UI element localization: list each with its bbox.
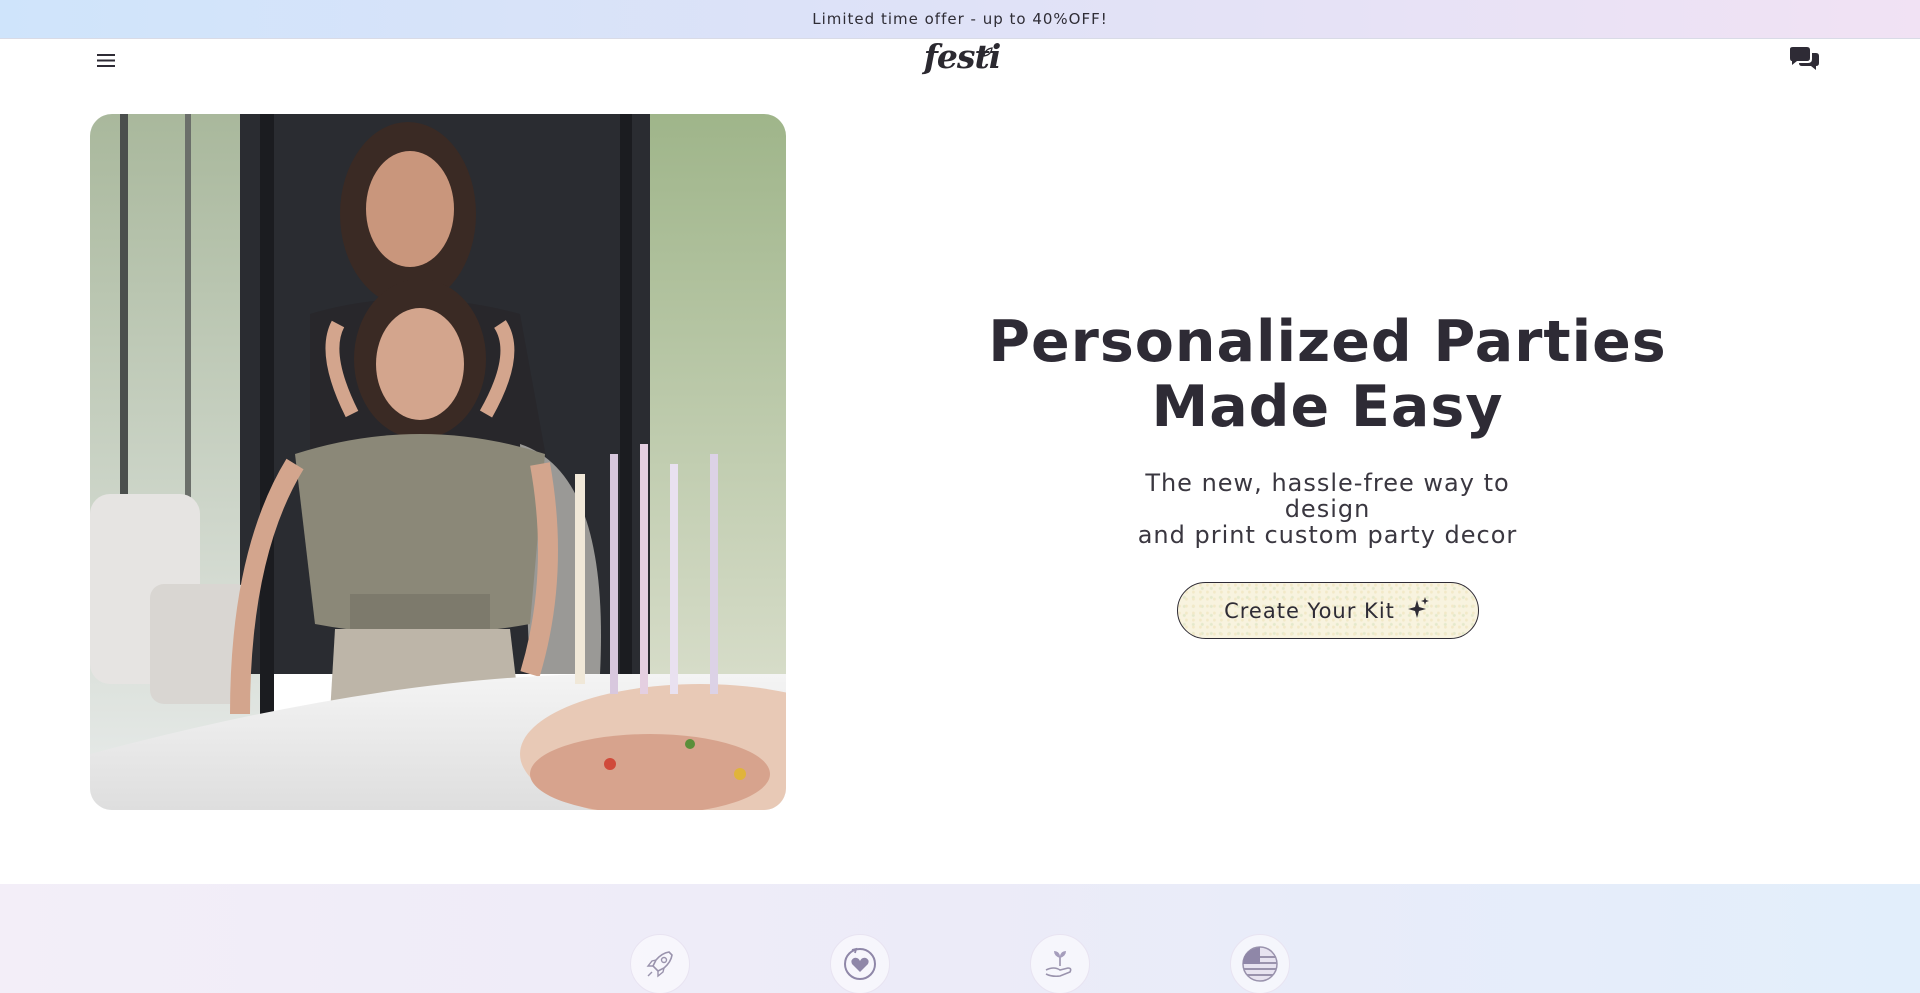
chat-bubbles-icon	[1788, 46, 1820, 76]
create-your-kit-button[interactable]: Create Your Kit	[1176, 582, 1479, 639]
hero-subtitle: The new, hassle-free way to design and p…	[1118, 470, 1538, 548]
us-flag-icon	[1230, 934, 1290, 993]
hero-photo	[90, 114, 786, 810]
hero-subtitle-line2: and print custom party decor	[1137, 521, 1518, 549]
hand-plant-icon	[1030, 934, 1090, 993]
hamburger-menu-icon	[97, 53, 115, 72]
hero-title-line1: Personalized Parties	[988, 309, 1667, 375]
rocket-icon	[630, 934, 690, 993]
announcement-bar: Limited time offer - up to 40%OFF!	[0, 0, 1920, 39]
chat-button[interactable]	[1786, 44, 1822, 78]
features-band	[0, 884, 1920, 993]
hero-subtitle-line1: The new, hassle-free way to design	[1145, 469, 1510, 523]
logo-leaf-icon	[982, 43, 994, 62]
heart-refresh-icon	[830, 934, 890, 993]
site-header: festi	[0, 37, 1920, 114]
menu-button[interactable]	[90, 46, 122, 78]
hero-title: Personalized Parties Made Easy	[900, 310, 1755, 440]
cta-label: Create Your Kit	[1224, 598, 1395, 623]
sparkle-icon	[1407, 596, 1431, 625]
hero-content: Personalized Parties Made Easy The new, …	[900, 310, 1755, 639]
hero-title-line2: Made Easy	[1151, 374, 1504, 440]
announcement-text: Limited time offer - up to 40%OFF!	[812, 10, 1108, 28]
